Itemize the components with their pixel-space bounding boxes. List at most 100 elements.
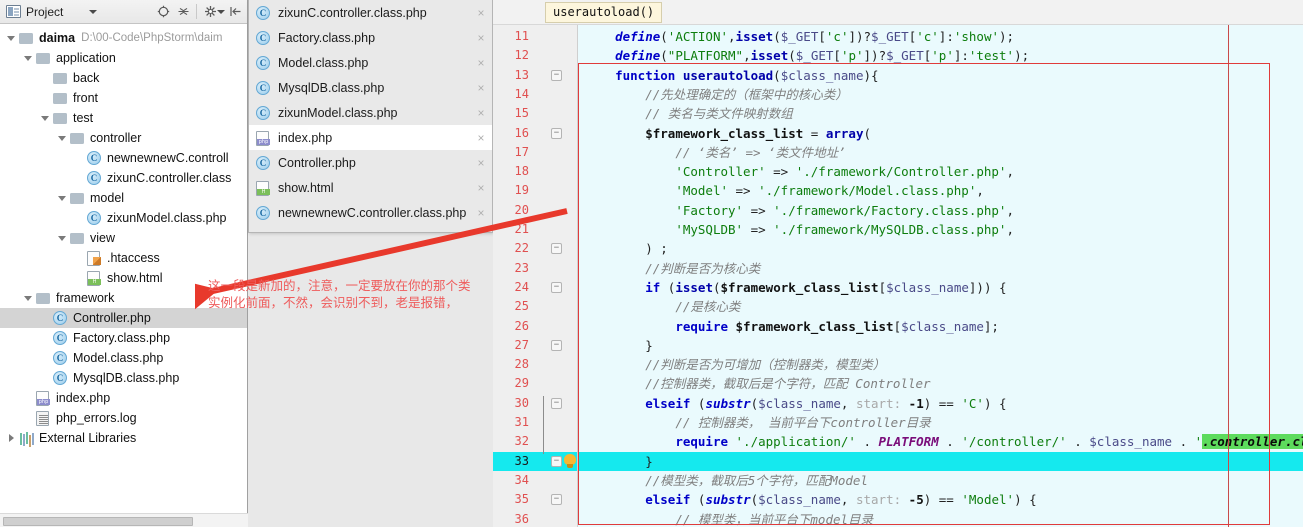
chevron-down-icon[interactable]: [57, 133, 68, 144]
tree-item-model-class-php[interactable]: C Model.class.php: [0, 348, 247, 368]
line-number[interactable]: 22: [493, 239, 529, 258]
line-number[interactable]: 20: [493, 201, 529, 220]
line-number[interactable]: 28: [493, 355, 529, 374]
close-icon[interactable]: ×: [474, 207, 488, 219]
line-number[interactable]: 19: [493, 181, 529, 200]
chevron-down-icon[interactable]: [89, 9, 98, 14]
code-line[interactable]: }: [579, 451, 1303, 471]
tree-item-factory-class-php[interactable]: C Factory.class.php: [0, 328, 247, 348]
fold-toggle-icon[interactable]: −: [551, 69, 562, 81]
breadcrumb[interactable]: userautoload(): [545, 1, 663, 23]
tree-item-htaccess[interactable]: .htaccess: [0, 248, 247, 268]
line-number[interactable]: 12: [493, 46, 529, 65]
code-line[interactable]: //判断是否为可增加（控制器类，模型类）: [579, 355, 1303, 374]
code-line[interactable]: // 模型类，当前平台下model目录: [579, 510, 1303, 527]
line-number[interactable]: 36: [493, 510, 529, 527]
line-number[interactable]: 15: [493, 104, 529, 123]
code-area[interactable]: 11 12 13 14 15 16 17 18 19 20 21 22 23 24 25 26 27 28 29 30…: [493, 25, 1303, 527]
code-line[interactable]: function userautoload($class_name){: [579, 66, 1303, 85]
fold-toggle-icon[interactable]: −: [551, 243, 562, 255]
chevron-down-icon[interactable]: [23, 293, 34, 304]
line-number[interactable]: 13: [493, 66, 529, 85]
chevron-right-icon[interactable]: [6, 433, 17, 444]
line-number[interactable]: 30: [493, 394, 529, 413]
fold-toggle-icon[interactable]: −: [551, 127, 562, 139]
tree-item-daima[interactable]: daima D:\00-Code\PhpStorm\daim: [0, 28, 247, 48]
tree-item-external-libraries[interactable]: External Libraries: [0, 428, 247, 448]
open-file-item[interactable]: CzixunC.controller.class.php ×: [249, 0, 492, 25]
tree-item-newnewnewc-controll[interactable]: CnewnewnewC.controll: [0, 148, 247, 168]
code-line[interactable]: //判断是否为核心类: [579, 259, 1303, 278]
settings-chevron-down-icon[interactable]: [217, 9, 225, 14]
line-number[interactable]: 31: [493, 413, 529, 432]
line-number[interactable]: 11: [493, 27, 529, 46]
tree-item-mysqldb-class-php[interactable]: C MysqlDB.class.php: [0, 368, 247, 388]
open-file-item[interactable]: index.php ×: [249, 125, 492, 150]
line-number[interactable]: 21: [493, 220, 529, 239]
tree-item-controller-php[interactable]: C Controller.php: [0, 308, 247, 328]
code-line[interactable]: elseif (substr($class_name, start: -1) =…: [579, 394, 1303, 413]
line-number[interactable]: 16: [493, 124, 529, 143]
code-line[interactable]: if (isset($framework_class_list[$class_n…: [579, 278, 1303, 297]
close-icon[interactable]: ×: [474, 157, 488, 169]
code-line[interactable]: }: [579, 336, 1303, 355]
close-icon[interactable]: ×: [474, 182, 488, 194]
collapse-all-icon[interactable]: [173, 2, 193, 22]
code-line[interactable]: require $framework_class_list[$class_nam…: [579, 317, 1303, 336]
fold-toggle-icon[interactable]: −: [551, 455, 562, 467]
line-number[interactable]: 24: [493, 278, 529, 297]
editor-gutter[interactable]: 11 12 13 14 15 16 17 18 19 20 21 22 23 24 25 26 27 28 29 30…: [493, 25, 578, 527]
line-number[interactable]: 25: [493, 297, 529, 316]
open-file-item[interactable]: C MysqlDB.class.php ×: [249, 75, 492, 100]
scrollbar-thumb[interactable]: [3, 517, 193, 526]
hide-panel-icon[interactable]: [225, 2, 245, 22]
chevron-down-icon[interactable]: [23, 53, 34, 64]
tree-item-view[interactable]: view: [0, 228, 247, 248]
fold-toggle-icon[interactable]: −: [551, 339, 562, 351]
code-line[interactable]: require './application/' . PLATFORM . '/…: [579, 432, 1303, 451]
line-number[interactable]: 27: [493, 336, 529, 355]
line-number[interactable]: 29: [493, 374, 529, 393]
code-line[interactable]: // 控制器类， 当前平台下controller目录: [579, 413, 1303, 432]
close-icon[interactable]: ×: [474, 132, 488, 144]
fold-toggle-icon[interactable]: −: [551, 494, 562, 506]
close-icon[interactable]: ×: [474, 107, 488, 119]
tree-item-zixunc-controller-class[interactable]: CzixunC.controller.class: [0, 168, 247, 188]
open-file-item[interactable]: CzixunModel.class.php ×: [249, 100, 492, 125]
line-number[interactable]: 17: [493, 143, 529, 162]
line-number[interactable]: 32: [493, 432, 529, 451]
tree-item-application[interactable]: application: [0, 48, 247, 68]
code-line[interactable]: define("PLATFORM",isset($_GET['p'])?$_GE…: [579, 46, 1303, 65]
tree-item-controller[interactable]: controller: [0, 128, 247, 148]
tree-item-php-errors-log[interactable]: php_errors.log: [0, 408, 247, 428]
fold-toggle-icon[interactable]: −: [551, 397, 562, 409]
code-line[interactable]: elseif (substr($class_name, start: -5) =…: [579, 490, 1303, 509]
project-title-button[interactable]: Project: [2, 5, 63, 19]
code-line[interactable]: 'Controller' => './framework/Controller.…: [579, 162, 1303, 181]
code-line[interactable]: //先处理确定的（框架中的核心类）: [579, 85, 1303, 104]
chevron-down-icon[interactable]: [40, 113, 51, 124]
close-icon[interactable]: ×: [474, 7, 488, 19]
intention-bulb-icon[interactable]: [564, 453, 576, 469]
tree-item-model[interactable]: model: [0, 188, 247, 208]
tree-item-back[interactable]: back: [0, 68, 247, 88]
code-line[interactable]: 'MySQLDB' => './framework/MySQLDB.class.…: [579, 220, 1303, 239]
project-tree[interactable]: daima D:\00-Code\PhpStorm\daim application…: [0, 24, 247, 513]
tree-item-zixunmodel-class-php[interactable]: CzixunModel.class.php: [0, 208, 247, 228]
line-number[interactable]: 26: [493, 317, 529, 336]
code-line[interactable]: 'Model' => './framework/Model.class.php'…: [579, 181, 1303, 200]
line-number[interactable]: 14: [493, 85, 529, 104]
line-number[interactable]: 18: [493, 162, 529, 181]
open-file-item[interactable]: C Model.class.php ×: [249, 50, 492, 75]
code-line[interactable]: // 类名与类文件映射数组: [579, 104, 1303, 123]
chevron-down-icon[interactable]: [6, 33, 17, 44]
line-number[interactable]: 34: [493, 471, 529, 490]
line-number[interactable]: 23: [493, 259, 529, 278]
line-number[interactable]: 35: [493, 490, 529, 509]
code-line[interactable]: define('ACTION',isset($_GET['c'])?$_GET[…: [579, 27, 1303, 46]
tree-item-index-php[interactable]: index.php: [0, 388, 247, 408]
open-file-item[interactable]: C Controller.php ×: [249, 150, 492, 175]
close-icon[interactable]: ×: [474, 82, 488, 94]
locate-icon[interactable]: [153, 2, 173, 22]
code-line[interactable]: 'Factory' => './framework/Factory.class.…: [579, 201, 1303, 220]
